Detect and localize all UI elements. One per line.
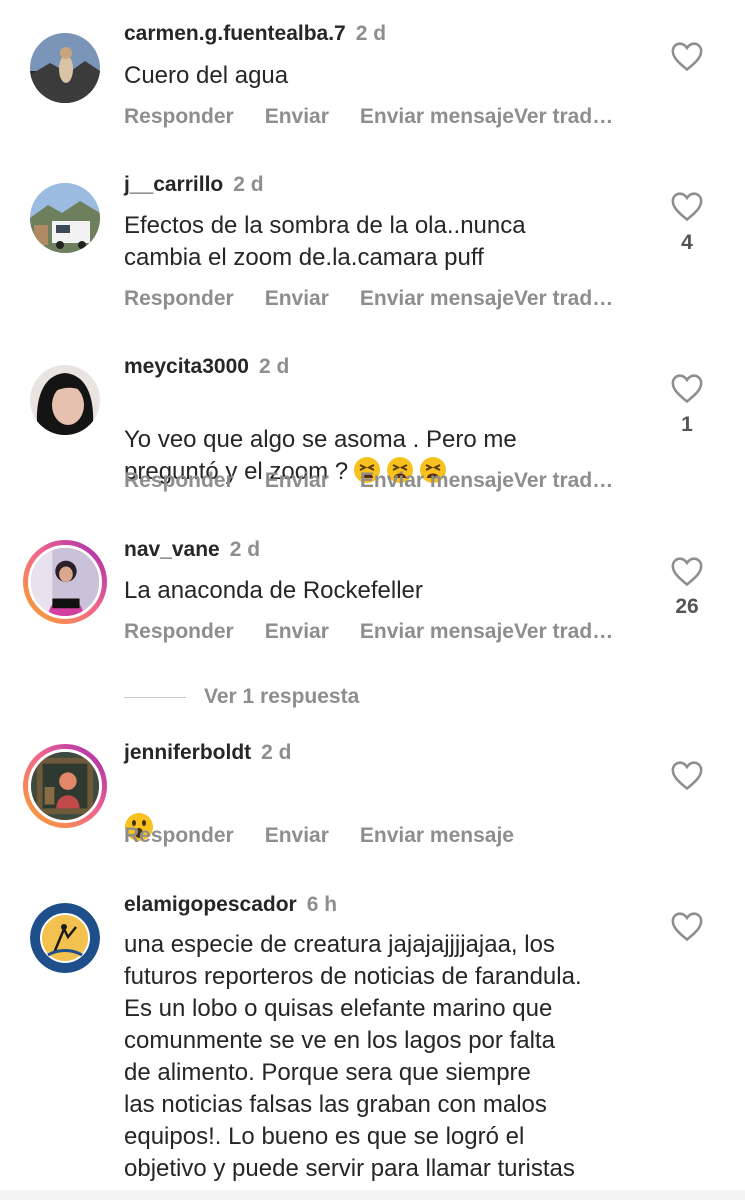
translate-button[interactable]: Ver trad… bbox=[514, 469, 613, 493]
send-button[interactable]: Enviar bbox=[265, 620, 329, 644]
reply-button[interactable]: Responder bbox=[124, 469, 234, 493]
send-message-button[interactable]: Enviar mensaje bbox=[360, 824, 514, 848]
translate-button[interactable]: Ver trad… bbox=[514, 620, 613, 644]
username[interactable]: meycita3000 bbox=[124, 355, 249, 378]
reply-button[interactable]: Responder bbox=[124, 620, 234, 644]
reply-button[interactable]: Responder bbox=[124, 105, 234, 129]
avatar[interactable] bbox=[30, 365, 100, 435]
send-button[interactable]: Enviar bbox=[265, 824, 329, 848]
reply-button[interactable]: Responder bbox=[124, 824, 234, 848]
like-count: 1 bbox=[681, 413, 693, 436]
avatar[interactable] bbox=[30, 33, 100, 103]
like-count: 4 bbox=[681, 231, 693, 254]
view-replies-label: Ver 1 respuesta bbox=[204, 685, 360, 708]
reply-button[interactable]: Responder bbox=[124, 287, 234, 311]
comment-text: Cuero del agua bbox=[124, 62, 289, 89]
heart-outline-icon[interactable] bbox=[670, 190, 704, 222]
send-button[interactable]: Enviar bbox=[265, 105, 329, 129]
username[interactable]: jenniferboldt bbox=[124, 741, 251, 764]
bottom-edge bbox=[0, 1190, 745, 1200]
heart-outline-icon[interactable] bbox=[670, 40, 704, 72]
timestamp: 6 h bbox=[306, 893, 338, 916]
avatar[interactable] bbox=[23, 744, 107, 828]
heart-outline-icon[interactable] bbox=[670, 372, 704, 404]
timestamp: 2 d bbox=[233, 173, 264, 196]
heart-outline-icon[interactable] bbox=[670, 555, 704, 587]
timestamp: 2 d bbox=[229, 538, 261, 561]
heart-outline-icon[interactable] bbox=[670, 910, 704, 942]
translate-button[interactable]: Ver trad… bbox=[514, 287, 613, 311]
divider bbox=[124, 696, 186, 698]
send-button[interactable]: Enviar bbox=[265, 287, 329, 311]
timestamp: 2 d bbox=[355, 22, 387, 45]
send-message-button[interactable]: Enviar mensaje bbox=[360, 469, 514, 493]
send-message-button[interactable]: Enviar mensaje bbox=[360, 287, 514, 311]
comment-text: Efectos de la sombra de la ola..nunca ca… bbox=[124, 212, 526, 271]
heart-outline-icon[interactable] bbox=[670, 759, 704, 791]
view-replies-button[interactable]: Ver 1 respuesta bbox=[124, 683, 359, 711]
send-message-button[interactable]: Enviar mensaje bbox=[360, 620, 514, 644]
timestamp: 2 d bbox=[258, 355, 290, 378]
username[interactable]: nav_vane bbox=[124, 538, 220, 561]
send-button[interactable]: Enviar bbox=[265, 469, 329, 493]
avatar[interactable] bbox=[30, 903, 100, 973]
timestamp: 2 d bbox=[261, 741, 292, 764]
avatar[interactable] bbox=[30, 183, 100, 253]
send-message-button[interactable]: Enviar mensaje bbox=[360, 105, 514, 129]
username[interactable]: j__carrillo bbox=[124, 173, 223, 196]
like-count: 26 bbox=[675, 595, 699, 618]
avatar[interactable] bbox=[23, 540, 107, 624]
username[interactable]: carmen.g.fuentealba.7 bbox=[124, 22, 346, 45]
comment-text: La anaconda de Rockefeller bbox=[124, 577, 423, 604]
username[interactable]: elamigopescador bbox=[124, 893, 297, 916]
translate-button[interactable]: Ver trad… bbox=[514, 105, 613, 129]
comment-text: una especie de creatura jajajajjjjajaa, … bbox=[124, 931, 582, 1182]
